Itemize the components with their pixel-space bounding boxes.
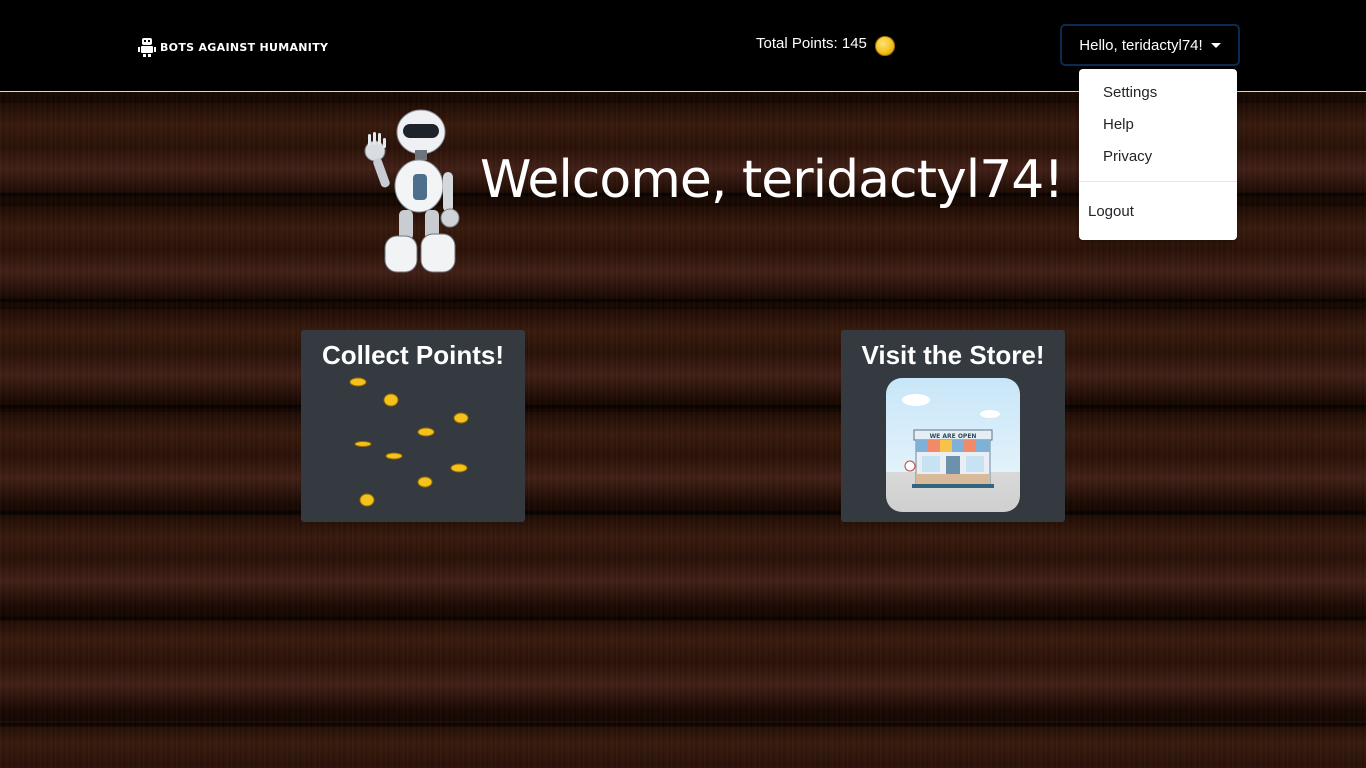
- menu-item-help[interactable]: Help: [1103, 116, 1134, 133]
- collect-points-card[interactable]: Collect Points!: [301, 330, 525, 522]
- welcome-heading: Welcome, teridactyl74!: [480, 150, 1064, 210]
- total-points-label: Total Points: 145: [756, 34, 867, 52]
- falling-coins-image: [349, 377, 469, 507]
- menu-divider: [1079, 181, 1237, 182]
- robot-icon: [138, 38, 156, 57]
- menu-item-privacy[interactable]: Privacy: [1103, 148, 1152, 165]
- caret-down-icon: [1210, 42, 1221, 48]
- visit-store-title: Visit the Store!: [861, 340, 1045, 370]
- menu-item-logout[interactable]: Logout: [1088, 203, 1134, 220]
- storefront-image: WE ARE OPEN: [886, 378, 1020, 512]
- brand-text: BOTS AGAINST HUMANITY: [160, 40, 329, 54]
- store-sign-text: WE ARE OPEN: [930, 433, 977, 440]
- visit-store-card[interactable]: Visit the Store! WE ARE OPEN: [841, 330, 1065, 522]
- total-points: Total Points: 145: [756, 30, 895, 56]
- coin-icon: [874, 36, 895, 56]
- brand-logo[interactable]: BOTS AGAINST HUMANITY: [138, 36, 328, 58]
- waving-robot-image: [364, 109, 460, 273]
- user-dropdown-menu: Settings Help Privacy Logout: [1079, 69, 1237, 240]
- user-menu-button[interactable]: Hello, teridactyl74!: [1060, 24, 1240, 66]
- menu-item-settings[interactable]: Settings: [1103, 84, 1157, 101]
- collect-points-title: Collect Points!: [321, 340, 504, 370]
- user-menu-label: Hello, teridactyl74!: [1079, 36, 1203, 54]
